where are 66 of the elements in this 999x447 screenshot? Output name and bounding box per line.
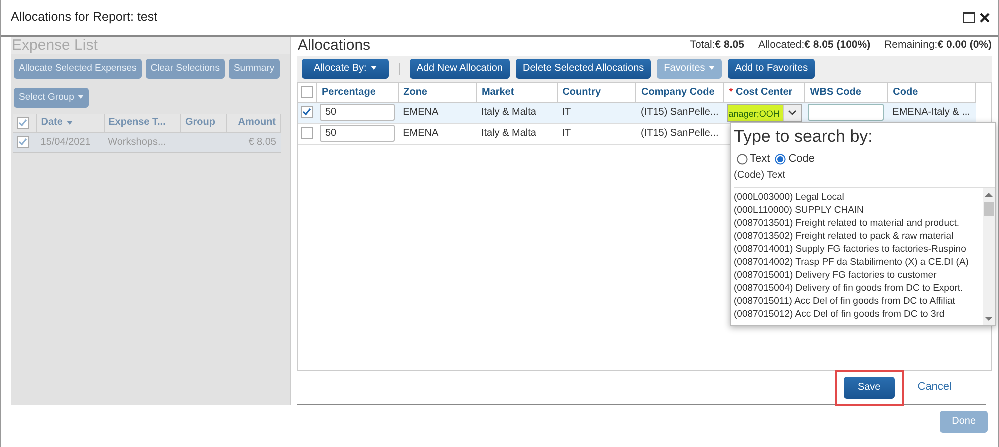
- toolbar-button[interactable]: Add New Allocation: [410, 59, 510, 79]
- table-cell: Workshops...: [108, 136, 166, 148]
- radio-icon[interactable]: [775, 154, 786, 166]
- wbs-code-field[interactable]: [808, 104, 884, 121]
- percentage-field[interactable]: 50: [320, 125, 396, 142]
- scrollbar[interactable]: [983, 188, 995, 325]
- total-text: Remaining:€ 0.00 (0%): [884, 38, 992, 54]
- scroll-down-icon[interactable]: [985, 316, 993, 322]
- cancel-link[interactable]: Cancel: [918, 379, 952, 396]
- table-cell: € 8.05: [248, 136, 276, 148]
- list-option[interactable]: (000L110000) SUPPLY CHAIN: [734, 204, 983, 217]
- radio-icon[interactable]: [736, 154, 748, 166]
- cost-center-field[interactable]: anager;OOH: [726, 104, 802, 122]
- column-header[interactable]: Zone: [404, 86, 428, 98]
- total-text: Allocated:€ 8.05 (100%): [758, 38, 871, 54]
- popup-title: Type to search by:: [734, 127, 874, 148]
- list-option[interactable]: (0087014002) Trasp PF da Stabilimento (X) a CE.DI (A): [734, 256, 983, 269]
- caret-icon: [78, 95, 84, 100]
- panel-title: Expense List: [11, 37, 290, 54]
- panel-title: Allocations: [297, 37, 371, 54]
- scroll-thumb[interactable]: [984, 202, 994, 216]
- toolbar-button[interactable]: Delete Selected Allocations: [516, 59, 652, 79]
- close-icon[interactable]: [980, 12, 990, 22]
- dropdown-button[interactable]: Allocate By:: [302, 59, 389, 79]
- column-header[interactable]: Country: [562, 86, 602, 98]
- checkbox[interactable]: [301, 106, 313, 118]
- checkbox[interactable]: [301, 86, 313, 98]
- column-header[interactable]: Percentage: [322, 86, 376, 98]
- list-option[interactable]: (0087015001) Delivery FG factories to customer: [734, 268, 983, 282]
- list-option[interactable]: (0087013501) Freight related to material and product.: [734, 216, 983, 230]
- scroll-up-icon[interactable]: [985, 192, 993, 198]
- percentage-field[interactable]: 50: [320, 104, 396, 121]
- table-cell: (IT15) SanPelle...: [640, 128, 719, 139]
- list-option[interactable]: (0087015012) Acc Del of fin goods from DC to 3rd: [734, 308, 983, 321]
- dialog-title: Allocations for Report: test: [11, 9, 158, 26]
- list-header: (Code) Text: [734, 168, 787, 183]
- list-option[interactable]: (000L003000) Legal Local: [734, 190, 983, 204]
- table-cell: EMENA-Italy & ...: [892, 107, 970, 118]
- column-header[interactable]: Market: [482, 86, 514, 98]
- save-button[interactable]: Save: [844, 376, 895, 398]
- radio-option[interactable]: Code: [775, 151, 815, 168]
- chevron-icon[interactable]: [782, 104, 801, 120]
- sort-icon: [66, 120, 73, 125]
- table-cell: Italy & Malta: [481, 107, 536, 118]
- table-cell: IT: [562, 128, 572, 139]
- maximize-icon[interactable]: [963, 12, 975, 23]
- list-option[interactable]: (0087015011) Acc Del of fin goods from DC to Affiliat: [734, 294, 983, 308]
- column-header[interactable]: * Cost Center: [729, 86, 793, 98]
- table-cell: (IT15) SanPelle...: [640, 107, 719, 118]
- column-header[interactable]: WBS Code: [810, 86, 862, 98]
- table-cell: EMENA: [403, 107, 439, 118]
- caret-icon: [709, 66, 716, 70]
- table-cell: Italy & Malta: [481, 128, 536, 139]
- list-option[interactable]: (0087014001) Supply FG factories to factories-Ruspino: [734, 242, 983, 256]
- column-header[interactable]: Company Code: [641, 86, 715, 98]
- table-cell: EMENA: [403, 128, 439, 139]
- total-text: Total:€ 8.05: [690, 38, 744, 54]
- table-cell: 15/04/2021: [40, 136, 91, 148]
- caret-icon: [370, 66, 377, 70]
- radio-option[interactable]: Text: [736, 151, 770, 168]
- list-option[interactable]: (0087013502) Freight related to pack & raw material: [734, 230, 983, 243]
- column-header[interactable]: Code: [893, 86, 918, 98]
- table-cell: IT: [562, 107, 572, 118]
- toolbar-button[interactable]: Add to Favorites: [728, 59, 816, 79]
- list-option[interactable]: (0087015004) Delivery of fin goods from DC to Export.: [734, 282, 983, 295]
- checkbox[interactable]: [301, 127, 313, 140]
